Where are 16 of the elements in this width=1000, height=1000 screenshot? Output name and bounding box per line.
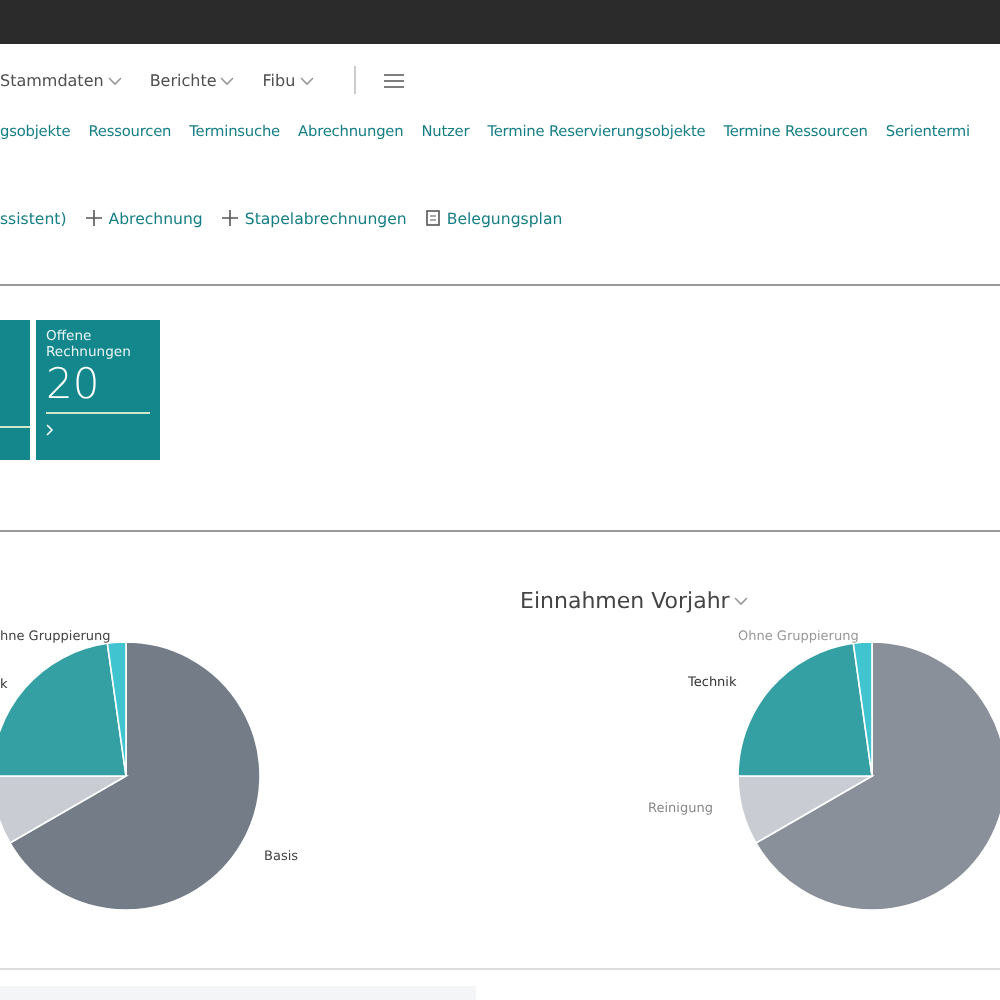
chevron-right-icon <box>46 424 54 436</box>
plus-icon <box>86 210 103 226</box>
menu-label[interactable]: Berichte <box>149 71 217 89</box>
chevron-down-icon <box>299 75 314 85</box>
chart-title[interactable]: Einnahmen Vorjahr <box>520 588 748 614</box>
tile-value: 20 <box>46 360 102 408</box>
menu-item[interactable]: Berichte <box>149 71 235 89</box>
chevron-down-icon <box>733 596 748 606</box>
menu-label[interactable]: Fibu <box>262 71 296 89</box>
tile[interactable] <box>0 320 30 460</box>
document-icon <box>426 210 441 226</box>
chevron-down-icon <box>107 75 122 85</box>
chevron-down-icon <box>220 75 235 85</box>
plus-icon <box>222 210 239 226</box>
menu-item[interactable]: Fibu <box>262 71 314 89</box>
menu-icon[interactable] <box>383 73 404 87</box>
